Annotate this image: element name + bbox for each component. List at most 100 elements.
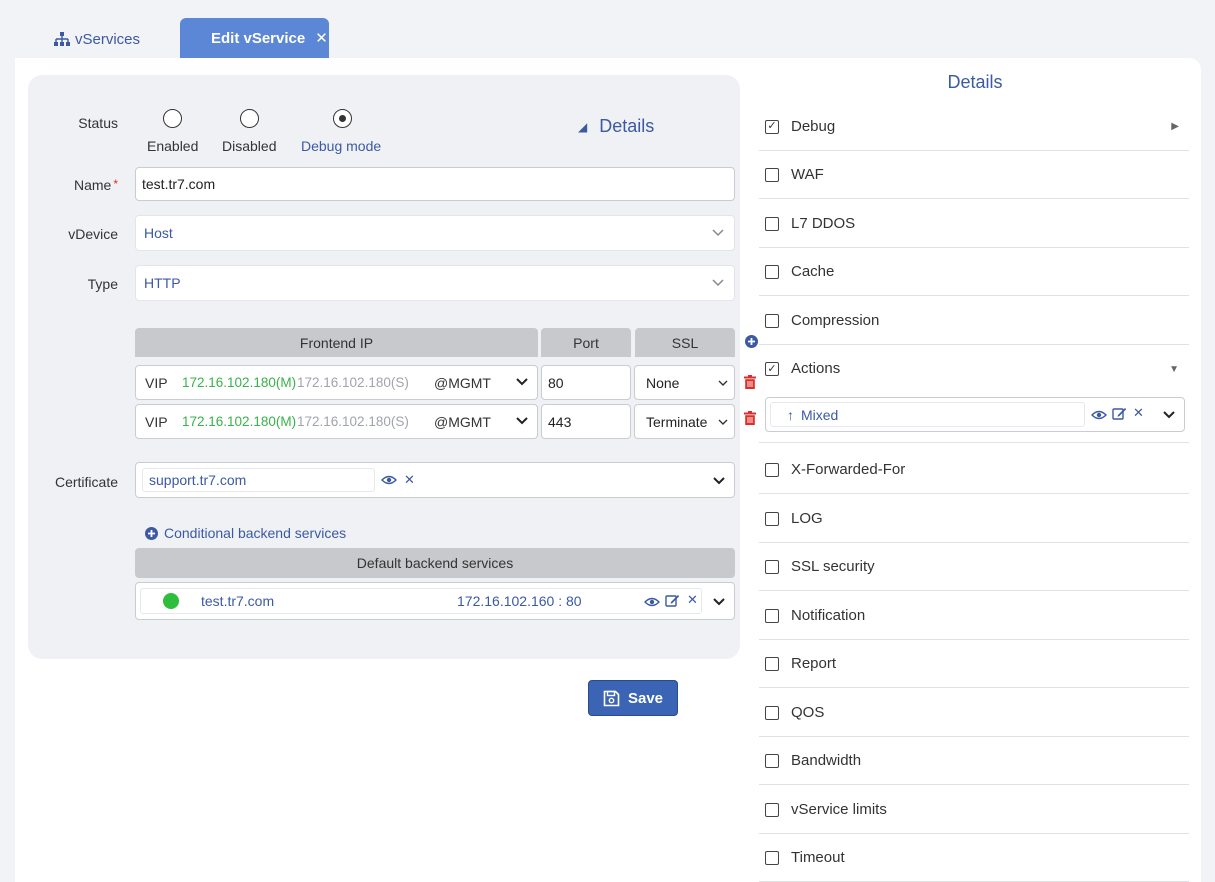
ssl-select[interactable]: None [634,365,735,400]
chevron-down-icon[interactable] [1163,411,1175,419]
chevron-down-icon [718,380,728,386]
checkbox-checked[interactable]: ✓ [765,362,779,376]
details-item-qos[interactable]: QOS [759,689,1189,737]
delete-trash-icon[interactable] [744,411,756,425]
caret-right-icon[interactable]: ▶ [1171,121,1179,132]
checkbox[interactable] [765,216,779,231]
slave-ip: 172.16.102.180(S) [297,414,409,429]
checkbox[interactable] [765,656,779,671]
edit-icon[interactable] [1112,406,1127,421]
vdevice-select[interactable]: Host [135,215,735,251]
type-select[interactable]: HTTP [135,265,735,301]
details-item-debug[interactable]: ✓ Debug ▶ [759,103,1189,151]
delete-trash-icon[interactable] [744,375,756,389]
ssl-select[interactable]: Terminate [634,404,735,439]
interface-label: @MGMT [434,374,491,391]
details-panel-title: Details [947,72,1003,92]
remove-icon[interactable]: ✕ [404,472,415,488]
details-item-cache[interactable]: Cache [759,248,1189,296]
frontend-ip-select[interactable]: VIP 172.16.102.180(M) 172.16.102.180(S) … [135,404,538,439]
status-debug-label: Debug mode [301,138,382,154]
actions-value: Mixed [801,406,839,423]
checkbox[interactable] [765,559,779,574]
certificate-select[interactable]: support.tr7.com ✕ [135,462,735,498]
checkbox[interactable] [765,705,779,720]
details-item-waf[interactable]: WAF [759,151,1189,199]
details-toggle[interactable]: ◢ Details [578,116,654,137]
frontend-ip-select[interactable]: VIP 172.16.102.180(M) 172.16.102.180(S) … [135,365,538,400]
type-label: Type [87,276,118,292]
tab-edit-label: Edit vService [211,29,306,47]
status-dot-icon [163,593,179,609]
conditional-backend-link[interactable]: Conditional backend services [145,525,346,541]
checkbox-checked[interactable]: ✓ [765,119,779,134]
save-button[interactable]: Save [588,680,678,716]
vip-label: VIP [145,374,168,391]
slave-ip: 172.16.102.180(S) [297,375,409,390]
chevron-down-icon [718,419,728,425]
status-disabled-radio[interactable] [240,109,259,128]
details-item-l7-ddos[interactable]: L7 DDOS [759,200,1189,248]
add-frontend-icon[interactable] [745,335,758,348]
checkbox[interactable] [765,850,779,865]
frontend-ip-header: Frontend IP [135,328,538,357]
details-item-label: Debug [791,118,836,135]
chevron-down-icon [712,229,724,237]
certificate-value: support.tr7.com [149,472,247,488]
details-item-compression[interactable]: Compression [759,297,1189,345]
checkbox[interactable] [765,608,779,623]
details-item-timeout[interactable]: Timeout [759,834,1189,882]
status-label: Status [78,115,118,131]
checkbox[interactable] [765,264,779,279]
arrow-up-icon: ↑ [787,406,794,423]
details-item-notification[interactable]: Notification [759,592,1189,640]
checkbox[interactable] [765,462,779,477]
checkbox[interactable] [765,753,779,768]
ssl-header: SSL [635,328,735,357]
details-item-ssl-security[interactable]: SSL security [759,543,1189,591]
port-input[interactable]: 80 [541,365,631,400]
checkbox[interactable] [765,511,779,526]
vdevice-label: vDevice [68,226,118,242]
actions-select[interactable]: ↑ Mixed ✕ [765,397,1185,432]
master-ip: 172.16.102.180(M) [182,414,297,429]
port-input[interactable]: 443 [541,404,631,439]
status-disabled-label: Disabled [222,138,277,154]
tab-edit-vservice[interactable]: Edit vService ✕ [180,18,329,58]
backend-address: 172.16.102.160 : 80 [457,593,582,609]
caret-down-icon[interactable]: ▼ [1169,364,1179,375]
type-value: HTTP [144,275,181,291]
backend-service-row[interactable]: test.tr7.com 172.16.102.160 : 80 ✕ [135,582,735,620]
status-enabled-label: Enabled [147,138,199,154]
remove-icon[interactable]: ✕ [687,592,698,608]
close-tab-icon[interactable]: ✕ [315,29,328,47]
backend-name: test.tr7.com [201,593,275,609]
status-debug-radio[interactable] [333,109,352,128]
details-item-vservice-limits[interactable]: vService limits [759,786,1189,834]
eye-icon[interactable] [381,475,397,485]
name-input[interactable]: test.tr7.com [135,167,735,201]
details-item-label: X-Forwarded-For [791,461,906,478]
details-item-report[interactable]: Report [759,640,1189,688]
remove-icon[interactable]: ✕ [1133,405,1144,421]
tab-vservices[interactable]: vServices [54,28,140,50]
details-item-label: QOS [791,704,825,721]
details-toggle-label: Details [599,116,655,136]
eye-icon[interactable] [1091,410,1107,420]
details-item-log[interactable]: LOG [759,495,1189,543]
details-item-x-forwarded-for[interactable]: X-Forwarded-For [759,446,1189,494]
edit-icon[interactable] [665,593,680,608]
checkbox[interactable] [765,167,779,182]
port-header: Port [541,328,631,357]
status-enabled-radio[interactable] [163,109,182,128]
vdevice-value: Host [144,225,173,241]
details-item-label: SSL security [791,558,875,575]
checkbox[interactable] [765,313,779,328]
actions-tag: ↑ Mixed [770,402,1085,427]
required-mark: * [113,177,118,191]
chevron-down-icon[interactable] [713,598,725,606]
eye-icon[interactable] [644,597,660,607]
details-item-bandwidth[interactable]: Bandwidth [759,737,1189,785]
checkbox[interactable] [765,802,779,817]
conditional-backend-label: Conditional backend services [164,525,347,541]
